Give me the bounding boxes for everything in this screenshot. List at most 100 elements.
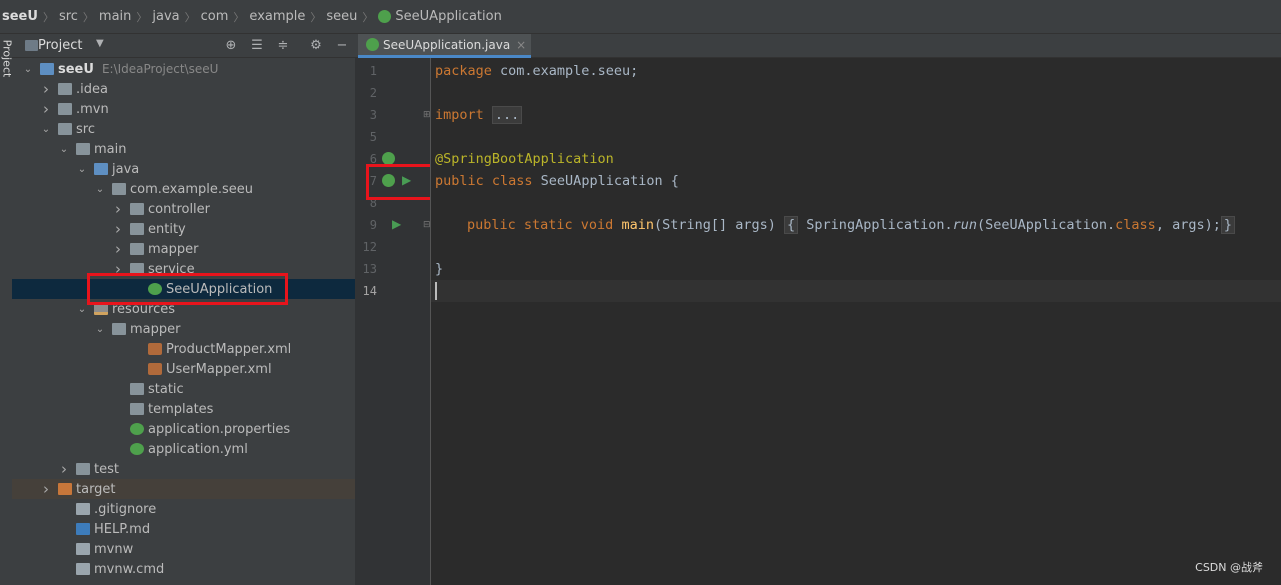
module-folder-icon [40, 63, 54, 75]
tree-item[interactable]: › .idea [12, 79, 355, 99]
chevron-down-icon[interactable]: ⌄ [40, 124, 52, 135]
tree-item[interactable]: › entity [12, 219, 355, 239]
breadcrumb-item[interactable]: seeU [2, 9, 38, 24]
code-editor[interactable]: package com.example.seeu; import ... @Sp… [430, 58, 1281, 585]
code-line-1: package com.example.seeu; [435, 63, 638, 79]
tree-item[interactable]: ⌄ main [12, 139, 355, 159]
current-line-highlight [431, 280, 1281, 302]
breadcrumb-separator: 〉 [310, 10, 322, 24]
chevron-right-icon[interactable]: › [112, 240, 124, 258]
breadcrumb-item[interactable]: java [152, 9, 179, 24]
breadcrumb-label: SeeUApplication [395, 9, 502, 24]
project-view-title[interactable]: Project [38, 38, 82, 53]
chevron-right-icon[interactable]: › [112, 220, 124, 238]
breadcrumb-label: seeU [2, 9, 38, 24]
code-line-13: } [435, 261, 443, 277]
tree-item[interactable]: › controller [12, 199, 355, 219]
code-line-3: import ... [435, 106, 523, 124]
breadcrumb-item[interactable]: main [99, 9, 131, 24]
chevron-down-icon[interactable]: ⌄ [76, 164, 88, 175]
tree-item[interactable]: ⌄ java [12, 159, 355, 179]
chevron-down-icon[interactable]: ⌄ [94, 324, 106, 335]
xml-file-icon [148, 343, 162, 355]
tree-item[interactable]: › test [12, 459, 355, 479]
expand-all-icon[interactable]: ☰ [249, 38, 265, 54]
tree-item[interactable]: › .mvn [12, 99, 355, 119]
hide-panel-icon[interactable]: − [334, 38, 350, 54]
code-text: SeeUApplication { [532, 173, 679, 189]
tree-item[interactable]: mvnw.cmd [12, 559, 355, 579]
navigation-breadcrumb: seeU 〉 src 〉 main 〉 java 〉 com 〉 example 〉 seeu 〉 SeeU… [0, 0, 1281, 34]
folded-brace[interactable]: { [784, 216, 799, 234]
tree-item[interactable]: static [12, 379, 355, 399]
chevron-right-icon[interactable]: › [112, 200, 124, 218]
tab-seeuapplication-java[interactable]: SeeUApplication.java × [358, 34, 531, 58]
locate-file-icon[interactable]: ⊕ [223, 38, 239, 54]
breadcrumb-separator: 〉 [42, 10, 54, 24]
tree-item-label: static [148, 381, 184, 397]
folder-icon [58, 103, 72, 115]
tree-item[interactable]: ⌄ mapper [12, 319, 355, 339]
tree-item-label: .gitignore [94, 501, 157, 517]
chevron-down-icon[interactable]: ▼ [96, 38, 104, 49]
tree-item-label: .idea [76, 81, 108, 97]
tree-item[interactable]: ProductMapper.xml [12, 339, 355, 359]
tree-item[interactable]: HELP.md [12, 519, 355, 539]
chevron-right-icon[interactable]: › [40, 80, 52, 98]
breadcrumb-item[interactable]: seeu [326, 9, 357, 24]
breadcrumb-separator: 〉 [82, 10, 94, 24]
tree-item[interactable]: mvnw [12, 539, 355, 559]
tree-item-label: ProductMapper.xml [166, 341, 292, 357]
tree-item[interactable]: .gitignore [12, 499, 355, 519]
tree-item[interactable]: ⌄ seeU E:\IdeaProject\seeU [12, 59, 355, 79]
breadcrumb-item[interactable]: example [249, 9, 305, 24]
source-folder-icon [94, 163, 108, 175]
chevron-right-icon[interactable]: › [58, 460, 70, 478]
folded-brace[interactable]: } [1220, 216, 1235, 234]
line-number: 12 [362, 240, 377, 254]
gear-icon[interactable]: ⚙ [308, 38, 324, 54]
chevron-down-icon[interactable]: ⌄ [22, 64, 34, 75]
annotation-highlight-tree-item [87, 273, 288, 305]
tree-item[interactable]: › mapper [12, 239, 355, 259]
keyword: import [435, 107, 484, 123]
folder-icon [130, 403, 144, 415]
breadcrumb-label: main [98, 9, 132, 24]
file-icon [76, 543, 90, 555]
chevron-down-icon[interactable]: ⌄ [58, 144, 70, 155]
chevron-down-icon[interactable]: ⌄ [76, 304, 88, 315]
close-icon[interactable]: × [516, 38, 526, 52]
collapse-all-icon[interactable]: ≑ [275, 38, 291, 54]
method-name: main [621, 217, 654, 233]
folder-icon [112, 323, 126, 335]
tree-item-label: HELP.md [94, 521, 151, 537]
package-folder-icon [130, 223, 144, 235]
tree-item[interactable]: application.yml [12, 439, 355, 459]
annotation: @SpringBootApplication [435, 151, 614, 167]
line-number: 9 [369, 218, 377, 232]
breadcrumb-item[interactable]: com [201, 9, 229, 24]
tree-item-label: mapper [130, 321, 181, 337]
breadcrumb-separator: 〉 [136, 10, 148, 24]
chevron-right-icon[interactable]: › [40, 480, 52, 498]
code-text: (String[] args) [653, 217, 776, 233]
tree-item[interactable]: UserMapper.xml [12, 359, 355, 379]
keyword: package [435, 63, 492, 79]
tree-item[interactable]: ⌄ src [12, 119, 355, 139]
text-caret [435, 282, 437, 300]
tree-item[interactable]: templates [12, 399, 355, 419]
tree-item[interactable]: application.properties [12, 419, 355, 439]
breadcrumb-item[interactable]: SeeUApplication [378, 9, 502, 24]
chevron-down-icon[interactable]: ⌄ [94, 184, 106, 195]
code-text: } [435, 261, 444, 277]
chevron-right-icon[interactable]: › [40, 100, 52, 118]
tree-item[interactable]: › target [12, 479, 355, 499]
run-icon[interactable]: ▶ [392, 217, 401, 231]
tree-item[interactable]: ⌄ com.example.seeu [12, 179, 355, 199]
breadcrumb-item[interactable]: src [59, 9, 78, 24]
folded-imports[interactable]: ... [491, 106, 523, 124]
tree-item-label: test [94, 461, 119, 477]
tree-item-label: mvnw.cmd [94, 561, 165, 577]
breadcrumb-label: com [200, 9, 229, 24]
breadcrumb-label: example [249, 9, 306, 24]
